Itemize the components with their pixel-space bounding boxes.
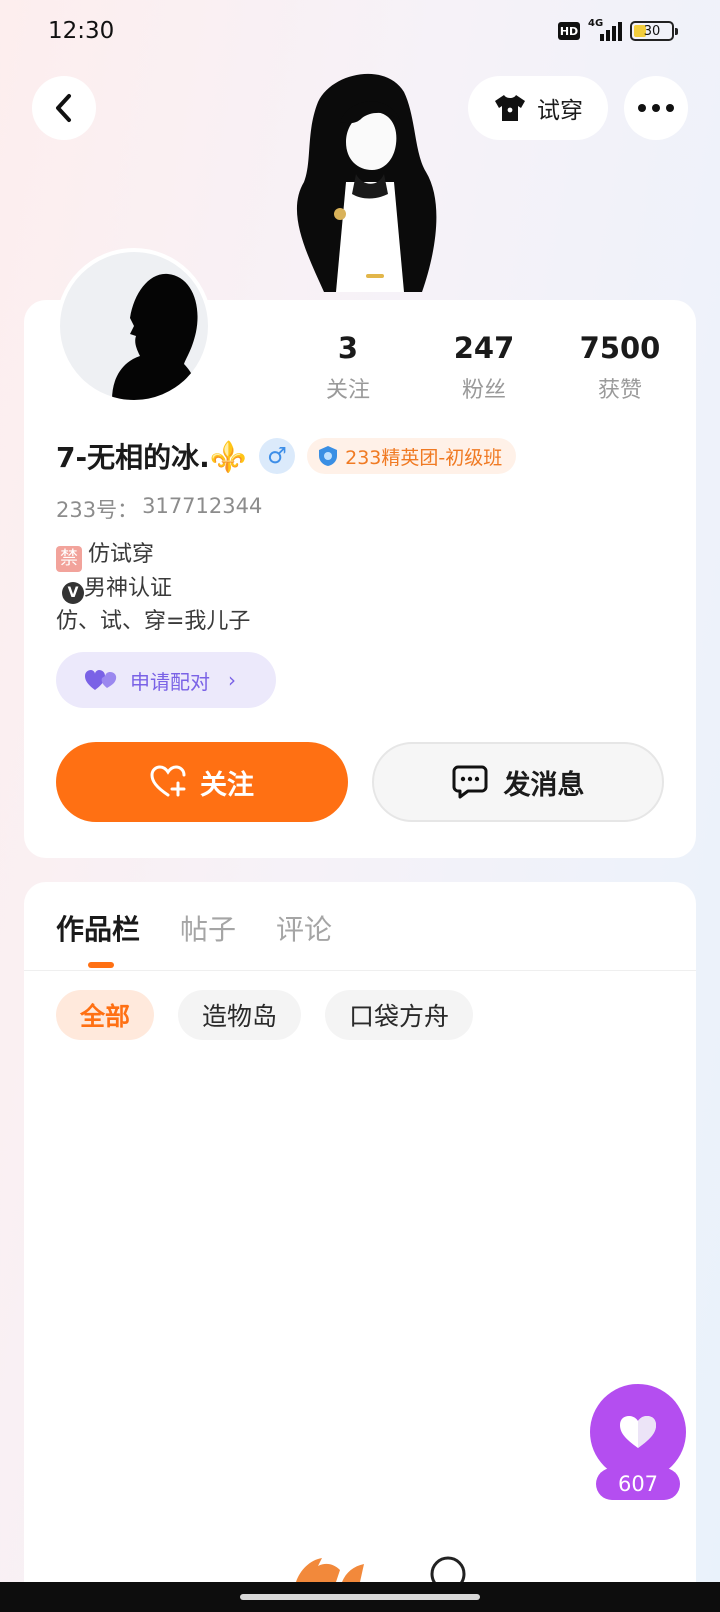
- apply-pair-label: 申请配对: [130, 669, 210, 694]
- stat-followers[interactable]: 247 粉丝: [424, 330, 544, 404]
- likes-label: 获赞: [597, 378, 642, 403]
- signal-icon: 4G: [588, 18, 622, 41]
- gender-male-icon: ♂: [259, 438, 296, 474]
- shield-badge-icon: [319, 446, 338, 466]
- bio-line: 仿、试、穿=我儿子: [56, 609, 251, 634]
- stat-likes: 7500 获赞: [560, 330, 680, 404]
- follow-label: 关注: [200, 769, 254, 801]
- tab-works[interactable]: 作品栏: [56, 908, 140, 948]
- battery-icon: 30: [630, 21, 678, 41]
- hearts-icon: [85, 670, 117, 690]
- v-badge-icon: V: [62, 582, 84, 604]
- user-id: 233号： 317712344: [56, 494, 262, 524]
- dot-icon: [666, 104, 674, 112]
- uid-value: 317712344: [142, 494, 263, 518]
- avatar[interactable]: [56, 248, 212, 404]
- battery-level: 30: [643, 23, 661, 39]
- fleur-de-lis-icon: ⚜️: [209, 440, 248, 475]
- chip-all[interactable]: 全部: [56, 990, 155, 1040]
- more-options-button[interactable]: [624, 76, 688, 140]
- group-badge[interactable]: 233精英团-初级班: [307, 438, 517, 474]
- home-indicator[interactable]: [240, 1594, 480, 1600]
- active-tab-indicator: [88, 962, 114, 968]
- network-type: 4G: [588, 18, 604, 29]
- dot-icon: [652, 104, 660, 112]
- hd-icon: HD: [558, 22, 580, 40]
- follow-button[interactable]: 关注: [56, 742, 348, 822]
- user-bio: 禁仿试穿 V 男神认证 仿、试、穿=我儿子: [56, 538, 250, 638]
- bio-line: V 男神认证: [56, 572, 250, 605]
- tshirt-icon: [495, 95, 525, 121]
- stat-following[interactable]: 3 关注: [288, 330, 408, 404]
- uid-label: 233号：: [56, 498, 139, 522]
- decorative-illustration: [296, 1556, 466, 1582]
- bio-line: 禁仿试穿: [56, 538, 250, 572]
- heart-icon: [620, 1416, 656, 1448]
- chip-pocket-ark[interactable]: 口袋方舟: [325, 990, 474, 1040]
- heart-plus-icon: [150, 765, 186, 797]
- tab-divider: [24, 970, 696, 971]
- like-button[interactable]: [590, 1384, 686, 1480]
- like-count: 607: [596, 1468, 680, 1500]
- apply-pair-button[interactable]: 申请配对 ›: [56, 652, 276, 708]
- status-bar: 12:30 HD 4G 30: [0, 0, 720, 64]
- user-name: 7-无相的冰.⚜️: [56, 440, 248, 475]
- send-message-label: 发消息: [503, 769, 585, 801]
- back-button[interactable]: [32, 76, 96, 140]
- chat-bubble-icon: [452, 765, 487, 799]
- try-on-button[interactable]: 试穿: [468, 76, 608, 140]
- followers-count: 247: [453, 331, 515, 365]
- tab-posts[interactable]: 帖子: [180, 908, 236, 948]
- content-tabs: 作品栏 帖子 评论: [56, 908, 332, 948]
- status-time: 12:30: [48, 18, 115, 44]
- ban-icon: 禁: [56, 546, 82, 572]
- likes-count: 7500: [579, 331, 661, 365]
- filter-chips: 全部 造物岛 口袋方舟: [56, 990, 474, 1040]
- chevron-right-icon: ›: [228, 668, 236, 692]
- following-label: 关注: [325, 378, 370, 403]
- tab-comments[interactable]: 评论: [276, 908, 332, 948]
- following-count: 3: [337, 331, 359, 365]
- try-on-label: 试穿: [537, 98, 583, 124]
- chip-creation-island[interactable]: 造物岛: [178, 990, 302, 1040]
- name-row: 7-无相的冰.⚜️ ♂ 233精英团-初级班: [56, 436, 517, 476]
- group-badge-label: 233精英团-初级班: [345, 446, 503, 469]
- avatar-3d-figure[interactable]: [276, 62, 456, 302]
- dot-icon: [638, 104, 646, 112]
- chevron-left-icon: [56, 94, 71, 122]
- silhouette-avatar-icon: [112, 273, 200, 400]
- status-icons: HD 4G 30: [558, 18, 678, 41]
- send-message-button[interactable]: 发消息: [372, 742, 664, 822]
- followers-label: 粉丝: [461, 378, 506, 403]
